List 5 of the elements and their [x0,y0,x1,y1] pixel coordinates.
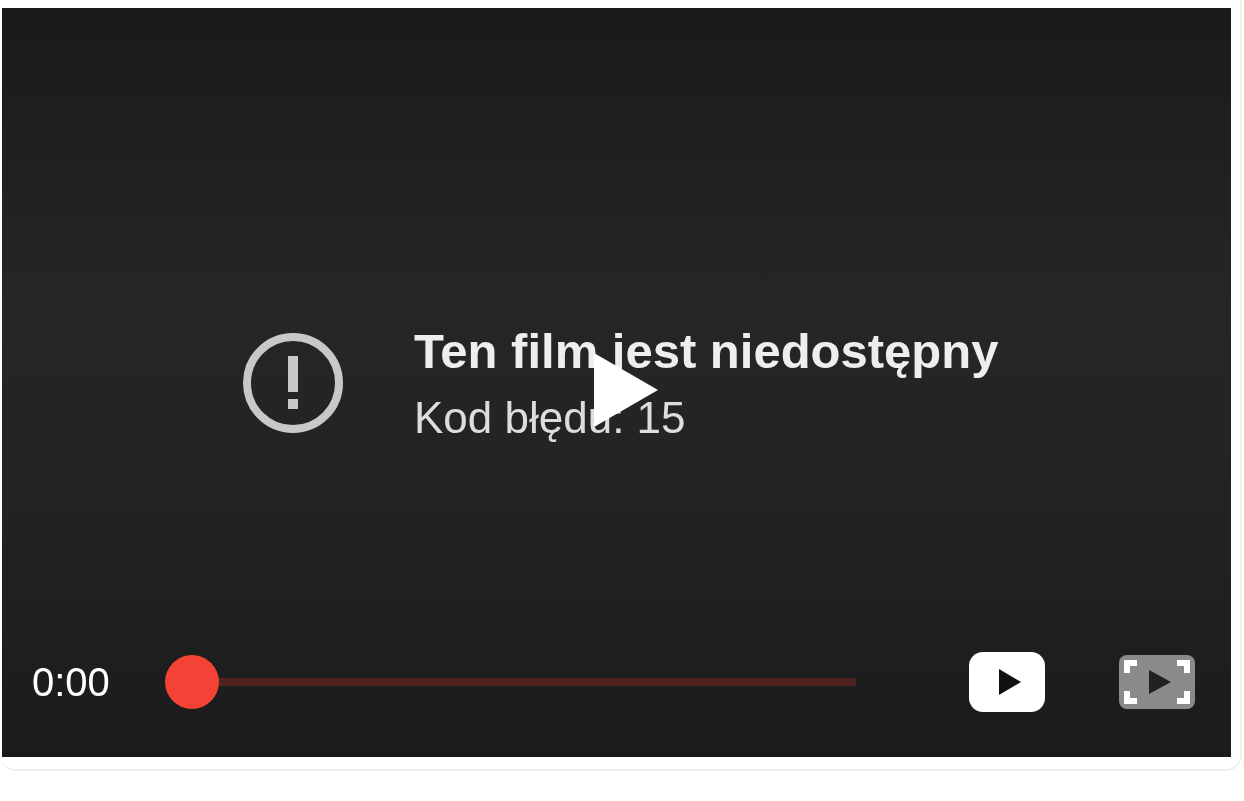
play-button[interactable] [969,652,1045,712]
fullscreen-icon[interactable] [1119,655,1195,709]
scrubber-handle[interactable] [165,655,219,709]
time-display: 0:00 [32,659,111,705]
error-icon [242,331,344,434]
